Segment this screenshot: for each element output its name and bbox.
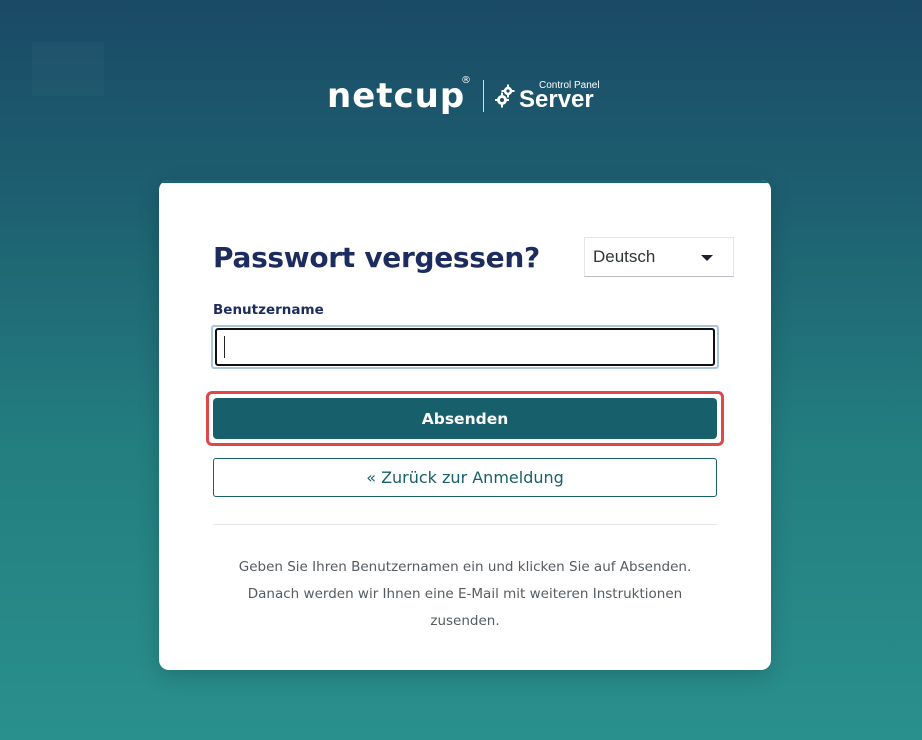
submit-button[interactable]: Absenden <box>213 398 717 439</box>
username-input[interactable] <box>215 328 715 366</box>
back-to-login-button[interactable]: « Zurück zur Anmeldung <box>213 458 717 497</box>
help-text-line: Danach werden wir Ihnen eine E-Mail mit … <box>247 586 683 602</box>
language-select-value: Deutsch <box>593 247 656 266</box>
logo-brand-text: netcup <box>327 76 466 116</box>
caret-down-icon <box>701 255 713 261</box>
language-select[interactable]: Deutsch <box>584 237 734 277</box>
help-text-line: Geben Sie Ihren Benutzernamen ein und kl… <box>238 559 692 575</box>
username-focus-ring <box>211 325 719 369</box>
help-text-line: zusenden. <box>430 613 500 629</box>
gear-icon <box>495 84 517 108</box>
help-text: Geben Sie Ihren Benutzernamen ein und kl… <box>213 554 717 635</box>
background-tile <box>32 42 104 96</box>
password-reset-card: Passwort vergessen? Deutsch Benutzername… <box>159 180 771 670</box>
card-top-accent <box>159 180 771 183</box>
divider <box>213 524 717 525</box>
logo-registered-mark: ® <box>461 75 471 86</box>
text-cursor <box>224 336 225 358</box>
netcup-logo: netcup ® Control Panel Server <box>327 74 607 118</box>
username-label: Benutzername <box>213 302 324 318</box>
logo-divider <box>483 80 484 112</box>
logo-product-name: Server <box>519 86 594 113</box>
page-title: Passwort vergessen? <box>213 241 540 274</box>
